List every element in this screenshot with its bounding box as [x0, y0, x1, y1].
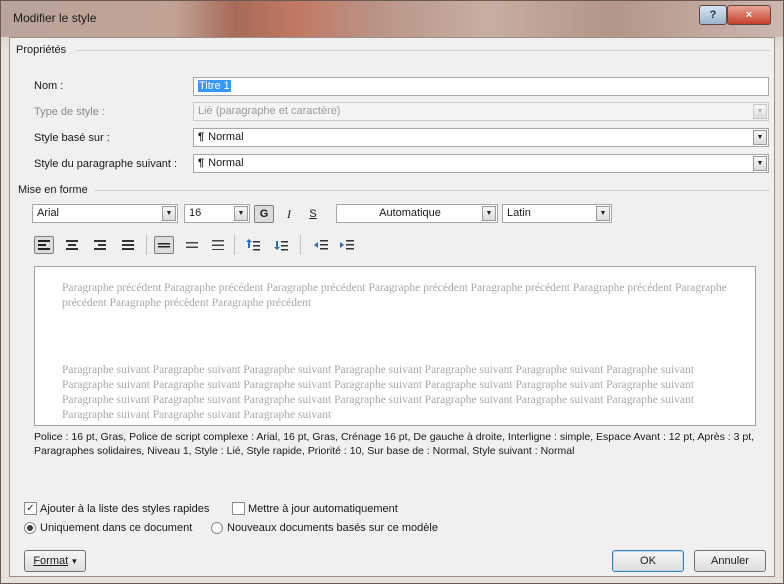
underline-label: S: [309, 208, 317, 220]
space-after-icon: [274, 241, 288, 251]
based-on-dropdown-icon: ▼: [753, 130, 767, 145]
one-half-spacing-button[interactable]: [182, 236, 202, 254]
underline-button[interactable]: S: [304, 205, 322, 223]
double-spacing-icon: [212, 240, 224, 250]
space-after-button[interactable]: [270, 236, 292, 254]
style-type-dropdown-icon: ▼: [753, 104, 767, 119]
next-style-dropdown-icon: ▼: [753, 156, 767, 171]
properties-group-label: Propriétés: [16, 44, 67, 56]
one-half-spacing-icon: [186, 242, 198, 248]
bold-label: G: [259, 208, 269, 220]
justify-icon: [122, 240, 134, 250]
style-type-label: Type de style :: [34, 106, 105, 118]
add-to-quick-styles-checkbox[interactable]: ✓: [24, 502, 37, 515]
justify-button[interactable]: [118, 236, 138, 254]
close-button[interactable]: ×: [727, 5, 771, 25]
modify-style-dialog: Modifier le style ? × Propriétés Nom : T…: [0, 0, 784, 584]
new-documents-label: Nouveaux documents basés sur ce modèle: [227, 522, 438, 534]
font-dropdown-icon: ▼: [162, 206, 176, 221]
italic-label: I: [287, 206, 291, 221]
font-size-select[interactable]: 16 ▼: [184, 204, 250, 223]
title-bar[interactable]: Modifier le style ? ×: [1, 1, 783, 37]
cancel-button[interactable]: Annuler: [694, 550, 766, 572]
style-description: Police : 16 pt, Gras, Police de script c…: [34, 431, 755, 457]
font-color-value: Automatique: [379, 207, 441, 219]
new-documents-radio[interactable]: [211, 522, 223, 534]
style-type-select[interactable]: Lié (paragraphe et caractère) ▼: [193, 102, 769, 121]
align-left-button[interactable]: [34, 236, 54, 254]
auto-update-label: Mettre à jour automatiquement: [248, 503, 398, 515]
formatting-group-label: Mise en forme: [18, 184, 88, 196]
format-menu-button[interactable]: Format ▾: [24, 550, 86, 572]
preview-next-paragraph: Paragraphe suivant Paragraphe suivant Pa…: [62, 364, 694, 421]
decrease-indent-button[interactable]: [310, 236, 332, 254]
style-type-value: Lié (paragraphe et caractère): [198, 105, 341, 117]
font-select[interactable]: Arial ▼: [32, 204, 178, 223]
align-right-button[interactable]: [90, 236, 110, 254]
increase-indent-button[interactable]: [336, 236, 358, 254]
based-on-value: Normal: [208, 131, 244, 143]
script-dropdown-icon: ▼: [596, 206, 610, 221]
decrease-indent-icon: [314, 240, 328, 250]
ok-button-label: OK: [640, 555, 656, 567]
dialog-title: Modifier le style: [13, 11, 97, 25]
next-style-value: Normal: [208, 157, 244, 169]
font-value: Arial: [37, 207, 60, 219]
chevron-down-icon: ▾: [72, 555, 77, 566]
toolbar-separator: [146, 235, 147, 255]
paragraph-icon: ¶: [198, 157, 205, 169]
font-color-dropdown-icon: ▼: [482, 206, 496, 221]
dialog-body: Propriétés Nom : Titre 1 Type de style :…: [9, 37, 775, 577]
italic-button[interactable]: I: [280, 205, 298, 223]
font-color-select[interactable]: Automatique ▼: [336, 204, 498, 223]
preview-previous-paragraph: Paragraphe précédent Paragraphe précéden…: [62, 282, 727, 309]
double-spacing-button[interactable]: [208, 236, 228, 254]
only-this-document-radio[interactable]: [24, 522, 36, 534]
name-input[interactable]: Titre 1: [193, 77, 769, 96]
close-icon: ×: [745, 9, 753, 21]
align-center-button[interactable]: [62, 236, 82, 254]
script-value: Latin: [507, 207, 531, 219]
next-style-select[interactable]: ¶ Normal ▼: [193, 154, 769, 173]
align-right-icon: [94, 240, 106, 250]
single-spacing-icon: [158, 243, 170, 248]
name-value: Titre 1: [198, 80, 231, 92]
help-button[interactable]: ?: [699, 5, 727, 25]
toolbar-separator: [234, 235, 235, 255]
checkmark-icon: ✓: [26, 503, 35, 514]
based-on-label: Style basé sur :: [34, 132, 110, 144]
help-icon: ?: [709, 9, 717, 21]
paragraph-icon: ¶: [198, 131, 205, 143]
space-before-icon: [246, 239, 260, 251]
format-button-label: Format: [33, 555, 69, 567]
ok-button[interactable]: OK: [612, 550, 684, 572]
script-select[interactable]: Latin ▼: [502, 204, 612, 223]
auto-update-checkbox[interactable]: [232, 502, 245, 515]
next-style-label: Style du paragraphe suivant :: [34, 158, 178, 170]
increase-indent-icon: [340, 240, 354, 250]
formatting-divider: [94, 190, 770, 191]
style-preview: Paragraphe précédent Paragraphe précéden…: [34, 266, 756, 426]
based-on-select[interactable]: ¶ Normal ▼: [193, 128, 769, 147]
bold-button[interactable]: G: [254, 205, 274, 223]
font-size-dropdown-icon: ▼: [234, 206, 248, 221]
align-center-icon: [66, 240, 78, 250]
single-spacing-button[interactable]: [154, 236, 174, 254]
name-label: Nom :: [34, 80, 64, 92]
only-this-document-label: Uniquement dans ce document: [40, 522, 193, 534]
toolbar-separator: [300, 235, 301, 255]
add-to-quick-styles-label: Ajouter à la liste des styles rapides: [40, 503, 210, 515]
align-left-icon: [38, 240, 50, 250]
cancel-button-label: Annuler: [711, 555, 749, 567]
properties-divider: [76, 50, 770, 51]
font-size-value: 16: [189, 207, 202, 219]
space-before-button[interactable]: [242, 236, 264, 254]
